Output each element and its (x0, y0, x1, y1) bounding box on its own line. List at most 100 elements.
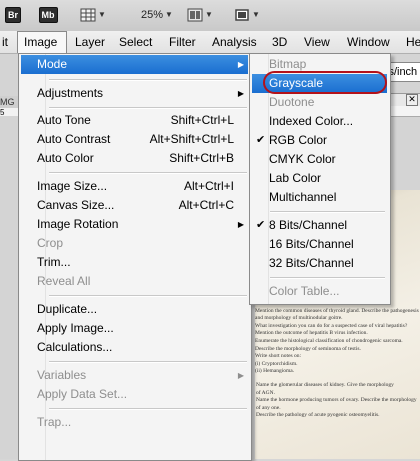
menu-item-label: Image Size... (37, 179, 108, 193)
menu-item-label: Image Rotation (37, 217, 119, 231)
menu-separator (49, 295, 247, 297)
menu-item-label: Indexed Color... (269, 114, 354, 128)
menu-item-duplicate[interactable]: Duplicate... (21, 300, 248, 319)
document-text-lower: Name the glomerular diseases of kidney. … (256, 382, 420, 420)
menu-item-label: CMYK Color (269, 152, 336, 166)
menu-item-crop[interactable]: Crop (21, 234, 248, 253)
menu-item-trim[interactable]: Trim... (21, 253, 248, 272)
mini-bridge-badge: Mb (38, 6, 58, 23)
menu-item-shortcut: Alt+Ctrl+I (183, 179, 234, 193)
menu-item-label: Apply Data Set... (37, 387, 128, 401)
menu-item-label: Reveal All (37, 274, 91, 288)
menu-item-canvas-size[interactable]: Canvas Size... Alt+Ctrl+C (21, 196, 248, 215)
menu-item-label: 16 Bits/Channel (269, 237, 354, 251)
submenu-arrow-icon: ▶ (237, 220, 244, 229)
mini-bridge-button[interactable]: Mb (36, 5, 60, 24)
submenu-item-8-bits[interactable]: ✔ 8 Bits/Channel (252, 216, 387, 235)
menu-separator (49, 361, 247, 363)
menu-item-label: Auto Color (37, 151, 94, 165)
menu-item-label: Multichannel (269, 190, 337, 204)
document-line: Write short notes on: (255, 353, 302, 360)
menu-item-variables[interactable]: Variables ▶ (21, 366, 248, 385)
submenu-item-multichannel[interactable]: Multichannel (252, 188, 387, 207)
menu-window[interactable]: Window (341, 31, 396, 53)
submenu-item-duotone[interactable]: Duotone (252, 93, 387, 112)
menu-item-label: Mode (37, 57, 68, 71)
document-line: Name the hormone producing tumors of ova… (256, 397, 417, 404)
arrange-documents-button[interactable]: ▼ (185, 5, 215, 24)
menu-help[interactable]: He (400, 31, 420, 53)
submenu-item-rgb-color[interactable]: ✔ RGB Color (252, 131, 387, 150)
menu-item-auto-tone[interactable]: Auto Tone Shift+Ctrl+L (21, 111, 248, 130)
document-line: (ii) Hemangioma. (255, 368, 295, 375)
menu-item-label: Trap... (37, 415, 72, 429)
menu-item-image-size[interactable]: Image Size... Alt+Ctrl+I (21, 177, 248, 196)
screen-mode-button[interactable]: ▼ (232, 5, 262, 24)
menu-item-label: Trim... (37, 255, 71, 269)
menu-item-adjustments[interactable]: Adjustments ▶ (21, 84, 248, 103)
menu-item-calculations[interactable]: Calculations... (21, 338, 248, 357)
menu-item-shortcut: Shift+Ctrl+B (169, 151, 234, 165)
menu-item-trap[interactable]: Trap... (21, 413, 248, 432)
menu-item-shortcut: Alt+Ctrl+C (178, 198, 234, 212)
zoom-level-value: 25% (141, 8, 164, 21)
menu-item-label: Lab Color (269, 171, 322, 185)
image-menu-dropdown: Mode ▶ Adjustments ▶ Auto Tone Shift+Ctr… (18, 53, 252, 461)
menu-separator (49, 408, 247, 410)
view-extras-button[interactable]: ▼ (78, 5, 108, 24)
menu-image[interactable]: Image (17, 31, 67, 53)
menu-item-label: Adjustments (37, 86, 104, 100)
zoom-level-select[interactable]: 25% ▼ (127, 5, 187, 24)
menu-item-apply-image[interactable]: Apply Image... (21, 319, 248, 338)
menu-item-label: Calculations... (37, 340, 113, 354)
document-line: and morphology of multinodular goitre. (255, 315, 343, 322)
menu-item-reveal-all[interactable]: Reveal All (21, 272, 248, 291)
submenu-item-32-bits[interactable]: 32 Bits/Channel (252, 254, 387, 273)
menu-bar: it Image Layer Select Filter Analysis 3D… (0, 31, 420, 54)
close-icon[interactable]: ✕ (406, 94, 418, 106)
menu-item-label: Canvas Size... (37, 198, 115, 212)
document-line: Describe the pathology of acute pyogenic… (256, 412, 380, 419)
submenu-item-16-bits[interactable]: 16 Bits/Channel (252, 235, 387, 254)
menu-item-label: Duplicate... (37, 302, 98, 316)
menu-item-label: RGB Color (269, 133, 328, 147)
submenu-item-indexed-color[interactable]: Indexed Color... (252, 112, 387, 131)
submenu-item-color-table[interactable]: Color Table... (252, 282, 387, 301)
chevron-down-icon: ▼ (252, 10, 260, 19)
menu-layer[interactable]: Layer (69, 31, 111, 53)
horizontal-ruler (387, 106, 420, 117)
menu-item-label: Crop (37, 236, 64, 250)
document-text: Write down the morphology of pleomorphic… (255, 300, 420, 380)
menu-select[interactable]: Select (113, 31, 158, 53)
menu-edit[interactable]: it (0, 31, 14, 53)
menu-separator (270, 277, 385, 279)
menu-item-label: Duotone (269, 95, 315, 109)
submenu-arrow-icon: ▶ (237, 371, 244, 380)
bridge-button[interactable]: Br (2, 5, 24, 24)
document-line: Describe the morphology of seminoma of t… (255, 345, 361, 352)
check-mark-icon: ✔ (256, 219, 266, 231)
menu-item-apply-data-set[interactable]: Apply Data Set... (21, 385, 248, 404)
submenu-item-cmyk-color[interactable]: CMYK Color (252, 150, 387, 169)
document-line: Enumerate the histological classificatio… (255, 337, 403, 344)
chevron-down-icon: ▼ (205, 10, 213, 19)
menu-view[interactable]: View (298, 31, 336, 53)
menu-separator (270, 211, 385, 213)
options-bar: Br Mb ▼ 25% ▼ ▼ ▼ (0, 0, 420, 32)
bridge-badge: Br (4, 6, 21, 23)
menu-item-label: Variables (37, 368, 87, 382)
document-line: Mention the outcome of hepatitis B virus… (255, 330, 368, 337)
check-mark-icon: ✔ (256, 134, 266, 146)
menu-item-mode[interactable]: Mode ▶ (21, 55, 248, 74)
menu-analysis[interactable]: Analysis (206, 31, 263, 53)
menu-3d[interactable]: 3D (266, 31, 293, 53)
menu-item-auto-contrast[interactable]: Auto Contrast Alt+Shift+Ctrl+L (21, 130, 248, 149)
menu-item-shortcut: Alt+Shift+Ctrl+L (149, 132, 234, 146)
menu-item-label: Apply Image... (37, 321, 114, 335)
menu-item-shortcut: Shift+Ctrl+L (170, 113, 234, 127)
menu-item-auto-color[interactable]: Auto Color Shift+Ctrl+B (21, 149, 248, 168)
menu-item-image-rotation[interactable]: Image Rotation ▶ (21, 215, 248, 234)
menu-filter[interactable]: Filter (163, 31, 202, 53)
menu-item-label: Color Table... (269, 284, 340, 298)
submenu-item-lab-color[interactable]: Lab Color (252, 169, 387, 188)
